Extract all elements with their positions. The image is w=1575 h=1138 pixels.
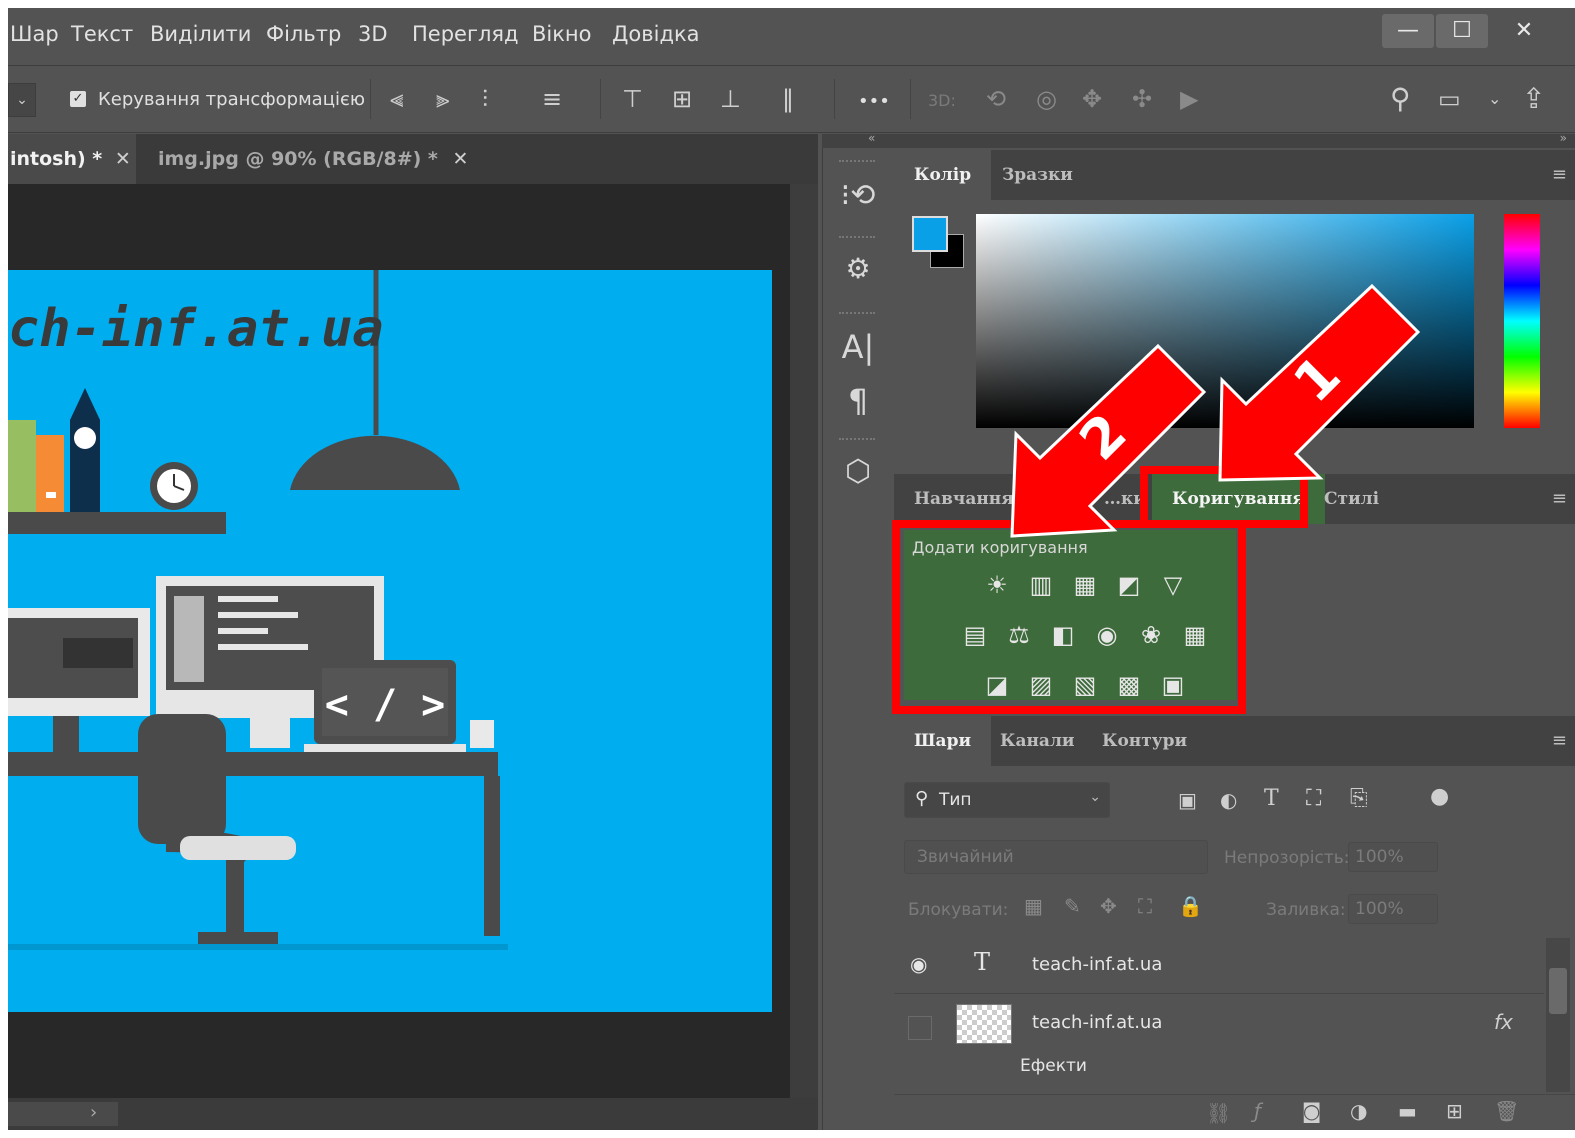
annotation-arrows: 1 2 <box>1010 283 1421 538</box>
